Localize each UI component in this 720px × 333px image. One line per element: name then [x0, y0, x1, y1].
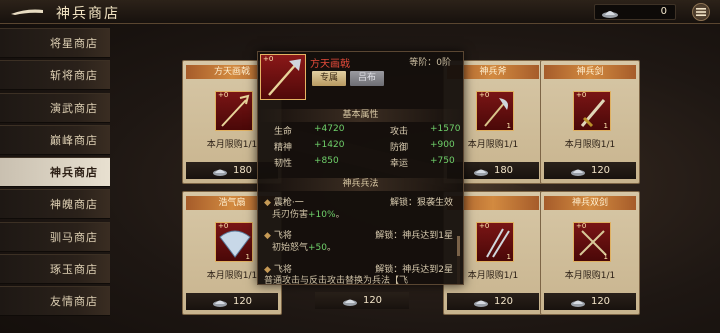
basic-attributes-title: 基本属性	[258, 109, 463, 122]
item-slot: +0 1	[573, 222, 611, 262]
stat-luck: 幸运 +750	[390, 156, 455, 169]
shop-card[interactable]: 神兵剑 +0 1 本月限购1/1 120	[540, 60, 640, 184]
back-button[interactable]	[8, 4, 46, 20]
sidebar-item-shenbing[interactable]: 神兵商店	[0, 157, 110, 188]
silver-ingot-icon	[212, 169, 227, 176]
buy-button[interactable]: 120	[544, 293, 636, 310]
back-arrow-icon	[11, 9, 43, 15]
skill-desc: 初始怒气+50。	[272, 243, 337, 253]
item-slot: +0	[215, 91, 253, 131]
item-detail-panel: +0 方天画戟 等阶：0阶 专属 吕布 基本属性 生命 +4720 攻击 +1570…	[257, 51, 464, 285]
shop-card[interactable]: 神兵双剑 +0 1 本月限购1/1 120	[540, 191, 640, 315]
silver-ingot-icon	[212, 300, 227, 307]
item-slot: +0 1	[215, 222, 253, 262]
price: 120	[590, 296, 611, 307]
price: 180	[493, 165, 514, 176]
skill-unlock: 解锁：神兵达到1星	[375, 231, 453, 241]
silver-ingot-icon	[342, 299, 357, 306]
price: 180	[232, 165, 253, 176]
stat-defense: 防御 +900	[390, 140, 455, 153]
item-slot: +0 1	[476, 222, 514, 262]
tab-exclusive[interactable]: 专属	[312, 71, 346, 86]
silver-ingot-icon	[570, 300, 585, 307]
skill-desc: 兵刃伤害+10%。	[272, 210, 345, 220]
price: 120	[362, 295, 383, 306]
skill-unlock: 解锁：狠袭生效	[389, 198, 453, 208]
top-bar: 神兵商店 0	[0, 0, 720, 24]
stat-hp: 生命 +4720	[274, 124, 345, 137]
stat-attack: 攻击 +1570	[390, 124, 461, 137]
sidebar-item-xunma[interactable]: 驯马商店	[0, 221, 110, 252]
silver-ingot-icon	[602, 11, 618, 18]
price: 120	[493, 296, 514, 307]
buy-button[interactable]: 120	[544, 162, 636, 179]
detail-item-name: 方天画戟	[310, 59, 350, 70]
item-slot: +0 1	[476, 91, 514, 131]
page-title: 神兵商店	[56, 6, 120, 22]
card-name: 神兵剑	[544, 65, 636, 79]
sidebar-item-shenpo[interactable]: 神魄商店	[0, 189, 110, 220]
menu-button[interactable]	[692, 3, 710, 21]
sidebar-item-yanwu[interactable]: 演武商店	[0, 92, 110, 123]
card-name: 神兵双剑	[544, 196, 636, 210]
buy-button[interactable]: 120	[447, 293, 539, 310]
currency-display: 0	[594, 4, 676, 20]
currency-value: 0	[660, 6, 667, 17]
skills-title: 神兵兵法	[258, 178, 463, 191]
price: 120	[590, 165, 611, 176]
silver-ingot-icon	[473, 300, 488, 307]
sidebar-item-jiangxing[interactable]: 将星商店	[0, 28, 110, 58]
buy-button[interactable]: 120	[186, 293, 278, 310]
silver-ingot-icon	[473, 169, 488, 176]
silver-ingot-icon	[570, 169, 585, 176]
shop-sidebar: 将星商店 斩将商店 演武商店 巅峰商店 神兵商店 神魄商店 驯马商店 琢玉商店 …	[0, 28, 110, 319]
menu-icon	[696, 8, 706, 16]
skill-desc: 普通攻击与反击攻击替换为兵法【飞	[264, 276, 409, 285]
detail-grade: 等阶：0阶	[409, 58, 451, 68]
detail-item-slot: +0	[260, 54, 306, 100]
sidebar-item-dianfeng[interactable]: 巅峰商店	[0, 124, 110, 155]
stat-toughness: 韧性 +850	[274, 156, 339, 169]
sidebar-item-youqing[interactable]: 友情商店	[0, 286, 110, 317]
purchase-limit: 本月限购1/1	[564, 271, 616, 281]
buy-button[interactable]: 120	[315, 292, 409, 309]
tab-owner[interactable]: 吕布	[350, 71, 384, 86]
item-slot: +0 1	[573, 91, 611, 131]
scrollbar-thumb[interactable]	[457, 236, 460, 256]
price: 120	[232, 296, 253, 307]
purchase-limit: 本月限购1/1	[564, 140, 616, 150]
sidebar-item-zhanjiang[interactable]: 斩将商店	[0, 60, 110, 91]
sidebar-item-zhuoyu[interactable]: 琢玉商店	[0, 254, 110, 285]
stat-spirit: 精神 +1420	[274, 140, 345, 153]
